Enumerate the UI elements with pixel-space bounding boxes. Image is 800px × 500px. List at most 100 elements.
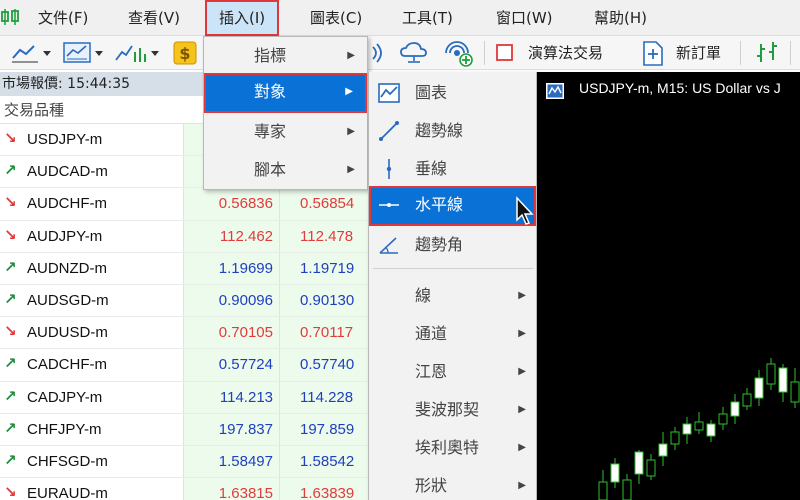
objects-menu-chart[interactable]: 圖表 <box>369 74 536 112</box>
objects-menu-fibonacci[interactable]: 斐波那契 ▶ <box>369 391 536 429</box>
candle-body <box>706 423 716 437</box>
symbol-name: CADCHF-m <box>27 356 107 374</box>
symbol-name: AUDCHF-m <box>27 195 107 213</box>
symbol-cell[interactable]: ↘ USDJPY-m <box>0 124 184 156</box>
cloud-icon[interactable] <box>398 40 430 66</box>
table-row[interactable]: ↘ AUDUSD-m 0.70105 0.70117 <box>0 317 368 350</box>
chevron-right-icon: ▶ <box>347 164 355 175</box>
objects-menu-trendline-label: 趨勢線 <box>415 121 464 140</box>
bid-cell: 0.56836 <box>184 188 280 220</box>
ask-cell: 0.70117 <box>280 317 368 349</box>
symbol-cell[interactable]: ↘ AUDJPY-m <box>0 220 184 252</box>
menu-file[interactable]: 文件(F) <box>38 0 88 36</box>
symbol-cell[interactable]: ↗ CHFSGD-m <box>0 445 184 478</box>
objects-menu-lines-label: 線 <box>415 286 432 305</box>
objects-menu-vertical-line[interactable]: 垂線 <box>369 150 536 188</box>
symbol-cell[interactable]: ↗ AUDNZD-m <box>0 252 184 284</box>
app-candlestick-icon <box>1 9 19 25</box>
table-row[interactable]: ↗ AUDSGD-m 0.90096 0.90130 <box>0 284 368 318</box>
signals-add-icon[interactable] <box>444 40 476 68</box>
indicators-dropdown-icon[interactable] <box>114 40 162 66</box>
ask-cell: 197.859 <box>280 413 368 445</box>
chart-window[interactable]: USDJPY-m, M15: US Dollar vs J <box>537 72 800 500</box>
menu-window[interactable]: 窗口(W) <box>496 0 553 36</box>
symbol-cell[interactable]: ↗ CADJPY-m <box>0 381 184 413</box>
symbol-cell[interactable]: ↗ CADCHF-m <box>0 349 184 381</box>
new-order-button[interactable]: 新訂單 <box>676 36 721 70</box>
chevron-right-icon: ▶ <box>518 442 526 453</box>
candle-body <box>670 431 680 445</box>
new-order-icon[interactable] <box>640 40 666 68</box>
menu-view[interactable]: 查看(V) <box>128 0 180 36</box>
market-watch-column-symbol[interactable]: 交易品種 <box>0 96 203 124</box>
toolbar-separator <box>484 41 485 65</box>
candle-body <box>682 423 692 435</box>
algo-trading-icon[interactable] <box>494 40 516 66</box>
chevron-right-icon: ▶ <box>347 126 355 137</box>
symbol-cell[interactable]: ↘ AUDCHF-m <box>0 188 184 220</box>
candle-body <box>646 459 656 477</box>
objects-menu-trendline[interactable]: 趨勢線 <box>369 112 536 150</box>
candle-body <box>778 367 788 393</box>
objects-menu-trend-angle[interactable]: 趨勢角 <box>369 226 536 264</box>
horizontal-line-icon <box>379 203 399 207</box>
ask-cell: 112.478 <box>280 220 368 252</box>
insert-menu-indicators[interactable]: 指標 ▶ <box>204 37 367 75</box>
symbol-name: CHFJPY-m <box>27 420 102 438</box>
objects-menu-elliott[interactable]: 埃利奧特 ▶ <box>369 429 536 467</box>
candle-body <box>658 443 668 457</box>
table-row[interactable]: ↘ AUDCHF-m 0.56836 0.56854 <box>0 188 368 221</box>
symbol-cell[interactable]: ↗ CHFJPY-m <box>0 413 184 445</box>
insert-menu-objects[interactable]: 對象 ▶ <box>204 73 367 113</box>
table-row[interactable]: ↘ AUDJPY-m 112.462 112.478 <box>0 220 368 253</box>
candle-body <box>790 381 800 403</box>
symbol-name: CADJPY-m <box>27 388 103 406</box>
ask-cell: 1.63839 <box>280 478 368 500</box>
objects-menu-shapes-label: 形狀 <box>415 476 448 495</box>
chevron-right-icon: ▶ <box>347 50 355 61</box>
menu-charts[interactable]: 圖表(C) <box>310 0 362 36</box>
bid-cell: 0.90096 <box>184 284 280 317</box>
objects-menu-channels[interactable]: 通道 ▶ <box>369 315 536 353</box>
table-row[interactable]: ↘ EURAUD-m 1.63815 1.63839 <box>0 478 368 500</box>
symbol-cell[interactable]: ↘ EURAUD-m <box>0 478 184 500</box>
table-row[interactable]: ↗ AUDNZD-m 1.19699 1.19719 <box>0 252 368 285</box>
bid-cell: 1.19699 <box>184 252 280 284</box>
toolbar-separator <box>790 41 791 65</box>
insert-menu-indicators-label: 指標 <box>254 46 287 65</box>
insert-menu-experts[interactable]: 專家 ▶ <box>204 113 367 151</box>
symbol-cell[interactable]: ↘ AUDUSD-m <box>0 317 184 349</box>
objects-menu-shapes[interactable]: 形狀 ▶ <box>369 467 536 500</box>
table-row[interactable]: ↗ CHFSGD-m 1.58497 1.58542 <box>0 445 368 479</box>
objects-menu-elliott-label: 埃利奧特 <box>415 438 480 457</box>
symbol-cell[interactable]: ↗ AUDCAD-m <box>0 156 184 188</box>
objects-menu-horizontal-line[interactable]: 水平線 <box>369 186 536 226</box>
chart-template-dropdown-icon[interactable] <box>62 40 106 66</box>
dollar-icon[interactable]: $ <box>172 40 200 66</box>
arrow-up-icon: ↗ <box>4 161 17 180</box>
ask-cell: 1.58542 <box>280 445 368 478</box>
menu-tools[interactable]: 工具(T) <box>402 0 453 36</box>
objects-menu-horizontal-line-label: 水平線 <box>415 195 464 214</box>
objects-menu-lines[interactable]: 線 ▶ <box>369 277 536 315</box>
table-row[interactable]: ↗ CHFJPY-m 197.837 197.859 <box>0 413 368 446</box>
arrow-down-icon: ↘ <box>4 129 17 147</box>
symbol-cell[interactable]: ↗ AUDSGD-m <box>0 284 184 317</box>
table-row[interactable]: ↗ CADCHF-m 0.57724 0.57740 <box>0 349 368 382</box>
insert-menu-scripts[interactable]: 腳本 ▶ <box>204 151 367 189</box>
algo-trading-button[interactable]: 演算法交易 <box>528 36 603 70</box>
bar-chart-icon[interactable] <box>754 40 782 66</box>
signal-icon[interactable] <box>370 40 386 66</box>
symbol-name: AUDSGD-m <box>27 291 109 309</box>
menu-insert[interactable]: 插入(I) <box>205 0 280 36</box>
table-row[interactable]: ↗ CADJPY-m 114.213 114.228 <box>0 381 368 414</box>
symbol-name: AUDCAD-m <box>27 163 108 181</box>
menu-help[interactable]: 幫助(H) <box>594 0 647 36</box>
arrow-down-icon: ↘ <box>4 225 17 244</box>
objects-menu-gann[interactable]: 江恩 ▶ <box>369 353 536 391</box>
line-chart-dropdown-icon[interactable] <box>10 40 54 66</box>
arrow-up-icon: ↗ <box>4 354 17 373</box>
ask-cell: 0.90130 <box>280 284 368 317</box>
bid-cell: 0.70105 <box>184 317 280 349</box>
chevron-right-icon: ▶ <box>518 290 526 301</box>
